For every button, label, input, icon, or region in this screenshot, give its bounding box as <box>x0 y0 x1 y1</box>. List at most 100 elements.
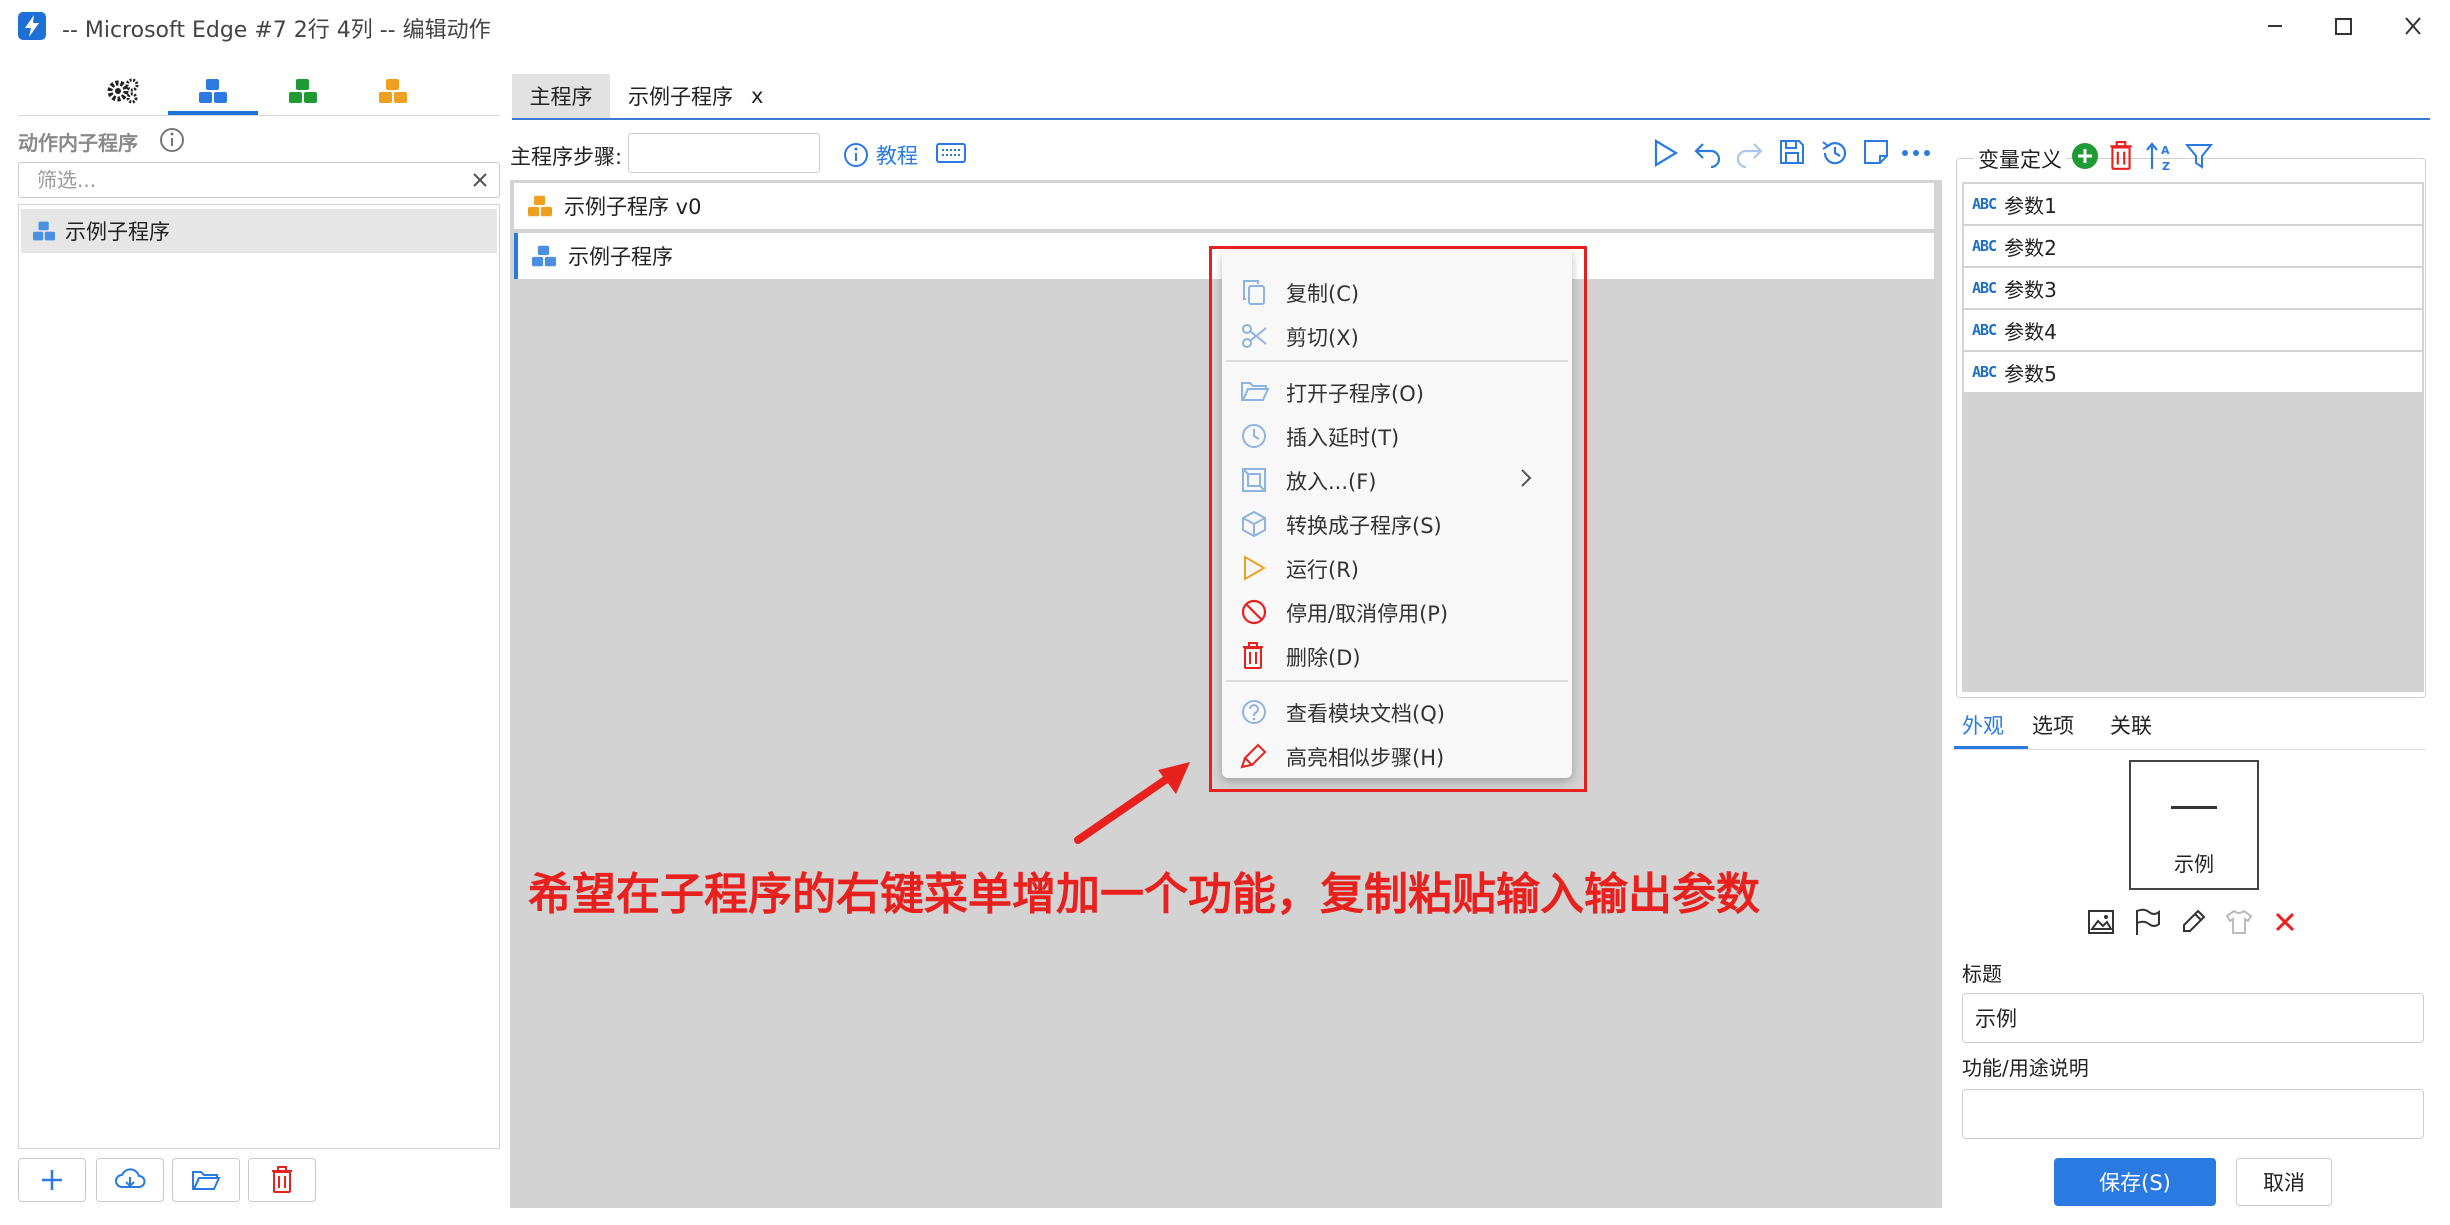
set-flag-button[interactable] <box>2132 907 2162 937</box>
tab-close-button[interactable]: x <box>751 84 763 108</box>
subprogram-list-title: 动作内子程序 <box>18 131 138 155</box>
subprogram-list-item[interactable]: 示例子程序 <box>21 209 497 253</box>
variable-type-badge: ABC <box>1972 279 1997 297</box>
steps-search-label: 主程序步骤: <box>510 145 623 169</box>
subprogram-list: 示例子程序 <box>18 204 500 1149</box>
annotation-note: 希望在子程序的右键菜单增加一个功能，复制粘贴输入输出参数 <box>528 869 1760 920</box>
title-field-label: 标题 <box>1962 962 2002 986</box>
tab-subprogram[interactable]: 示例子程序 x <box>628 74 763 118</box>
app-logo-icon <box>18 12 46 40</box>
import-subprogram-button[interactable] <box>96 1158 164 1202</box>
tab-main-program[interactable]: 主程序 <box>512 74 610 118</box>
variables-title: 变量定义 <box>1974 144 2066 174</box>
keyboard-shortcuts-button[interactable] <box>936 143 966 163</box>
tab-associations[interactable]: 关联 <box>2110 710 2152 740</box>
add-circle-icon <box>2072 143 2098 169</box>
minimize-button[interactable] <box>2250 8 2300 44</box>
save-button[interactable]: 保存(S) <box>2054 1158 2216 1206</box>
module-preview[interactable]: 示例 <box>2129 760 2259 890</box>
add-subprogram-button[interactable] <box>18 1158 86 1202</box>
delete-variable-button[interactable] <box>2108 141 2134 171</box>
open-subprogram-button[interactable] <box>172 1158 240 1202</box>
variable-row[interactable]: ABC 参数2 <box>1964 226 2422 266</box>
sort-variables-button[interactable]: AZ <box>2144 141 2176 173</box>
filter-variables-button[interactable] <box>2184 141 2214 171</box>
run-button[interactable] <box>1650 138 1680 168</box>
pick-color-button[interactable] <box>2178 907 2208 937</box>
save-toolbar-button[interactable] <box>1778 138 1806 166</box>
cancel-button[interactable]: 取消 <box>2236 1158 2332 1206</box>
clear-appearance-button[interactable] <box>2270 907 2300 937</box>
delete-subprogram-button[interactable] <box>248 1158 316 1202</box>
redo-button[interactable] <box>1734 138 1764 168</box>
svg-text:Z: Z <box>2162 160 2170 173</box>
tab-green-modules[interactable] <box>258 68 348 114</box>
tutorial-label: 教程 <box>876 144 918 168</box>
title-input[interactable]: 示例 <box>1962 993 2424 1043</box>
variable-type-badge: ABC <box>1972 363 1997 381</box>
info-icon[interactable] <box>158 126 186 154</box>
maximize-icon <box>2335 18 2352 35</box>
steps-search-input[interactable] <box>628 133 820 173</box>
set-image-button[interactable] <box>2086 907 2116 937</box>
add-icon <box>42 1170 62 1190</box>
variable-row[interactable]: ABC 参数5 <box>1964 352 2422 392</box>
description-input[interactable] <box>1962 1089 2424 1139</box>
info-icon <box>844 143 868 167</box>
save-icon <box>1780 140 1804 164</box>
gears-icon <box>107 78 139 104</box>
variable-row[interactable]: ABC 参数4 <box>1964 310 2422 350</box>
step-row[interactable]: 示例子程序 v0 <box>514 183 1934 229</box>
clear-filter-button[interactable] <box>471 171 489 189</box>
description-field-label: 功能/用途说明 <box>1962 1056 2089 1080</box>
sort-az-icon: AZ <box>2146 142 2170 173</box>
history-button[interactable] <box>1820 138 1850 168</box>
divider <box>1954 749 2426 750</box>
shirt-icon <box>2225 909 2253 934</box>
filter-box <box>18 162 500 198</box>
variable-row[interactable]: ABC 参数1 <box>1964 184 2422 224</box>
sticky-note-icon <box>1864 140 1888 164</box>
redo-icon <box>1736 143 1763 168</box>
play-icon <box>1654 139 1679 167</box>
step-label: 示例子程序 v0 <box>564 195 702 219</box>
variable-name: 参数2 <box>2004 235 2057 260</box>
tab-strip-divider <box>512 118 2430 120</box>
tab-system-modules[interactable] <box>78 68 168 114</box>
maximize-button[interactable] <box>2318 8 2368 44</box>
tab-blue-modules[interactable] <box>168 68 258 114</box>
variable-name: 参数3 <box>2004 277 2057 302</box>
orange-blocks-icon <box>379 79 407 103</box>
orange-blocks-icon <box>528 195 552 217</box>
variable-name: 参数1 <box>2004 193 2057 218</box>
blue-blocks-icon <box>199 79 227 103</box>
tab-appearance[interactable]: 外观 <box>1962 710 2004 740</box>
more-icon <box>1902 150 1930 156</box>
tab-orange-modules[interactable] <box>348 68 438 114</box>
variable-row[interactable]: ABC 参数3 <box>1964 268 2422 308</box>
more-button[interactable] <box>1900 138 1932 168</box>
preview-dash <box>2171 806 2217 809</box>
note-button[interactable] <box>1862 138 1890 166</box>
window-title: -- Microsoft Edge #7 2行 4列 -- 编辑动作 <box>62 18 491 43</box>
blue-blocks-icon <box>33 221 55 241</box>
svg-text:A: A <box>2161 144 2170 157</box>
close-window-button[interactable] <box>2388 8 2438 44</box>
close-icon <box>2275 912 2295 932</box>
minimize-icon <box>2268 25 2282 27</box>
image-icon <box>2088 910 2114 934</box>
flag-icon <box>2136 908 2160 935</box>
set-style-button[interactable] <box>2224 907 2254 937</box>
clear-icon <box>473 173 487 187</box>
variable-name: 参数4 <box>2004 319 2057 344</box>
tab-options[interactable]: 选项 <box>2032 710 2074 740</box>
undo-button[interactable] <box>1693 138 1723 168</box>
blue-blocks-icon <box>532 245 556 267</box>
keyboard-icon <box>936 143 966 163</box>
filter-input[interactable] <box>37 165 457 195</box>
preview-label: 示例 <box>2174 852 2214 876</box>
add-variable-button[interactable] <box>2070 141 2100 171</box>
tab-subprogram-label: 示例子程序 <box>628 85 733 109</box>
annotation-arrow-icon <box>1074 762 1190 844</box>
tutorial-link[interactable]: 教程 <box>842 140 918 170</box>
